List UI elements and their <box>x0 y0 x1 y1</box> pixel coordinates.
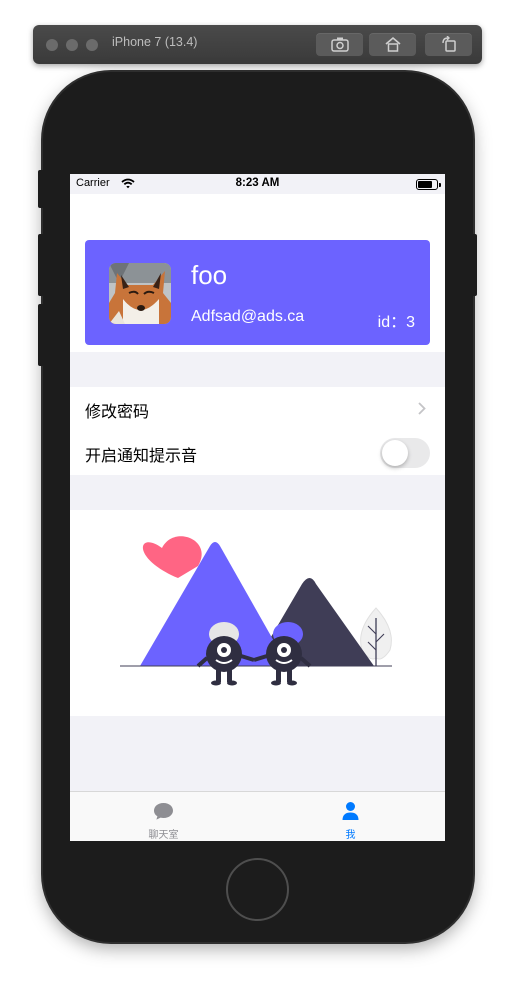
home-icon <box>385 36 401 52</box>
power-button <box>471 234 477 296</box>
tab-bar: 聊天室 我 <box>70 791 445 841</box>
tab-me[interactable]: 我 <box>257 792 444 841</box>
status-time: 8:23 AM <box>235 177 280 189</box>
battery-level <box>418 181 432 188</box>
chevron-right-icon <box>418 402 426 415</box>
tab-chatroom[interactable]: 聊天室 <box>70 792 257 841</box>
screenshot-button[interactable] <box>316 33 363 56</box>
chat-bubble-icon <box>154 803 173 820</box>
rotate-button[interactable] <box>425 33 472 56</box>
user-id: id：3 <box>377 314 415 331</box>
change-password-row[interactable]: 修改密码 <box>70 387 445 431</box>
username: foo <box>191 260 228 290</box>
person-icon <box>342 802 359 820</box>
mountains-characters-illustration <box>120 536 392 686</box>
user-email: Adfsad@ads.ca <box>191 308 305 325</box>
profile-card[interactable]: foo Adfsad@ads.ca id：3 <box>85 240 430 345</box>
mute-switch <box>38 170 44 208</box>
avatar[interactable] <box>109 263 171 324</box>
heart-shape <box>142 536 202 578</box>
notification-sound-label: 开启通知提示音 <box>85 446 198 465</box>
status-bar: Carrier 8:23 AM <box>70 174 445 194</box>
simulator-title: iPhone 7 (13.4) <box>112 35 198 49</box>
change-password-label: 修改密码 <box>85 402 150 421</box>
notification-sound-row: 开启通知提示音 <box>70 431 445 475</box>
tab-chatroom-label: 聊天室 <box>148 830 179 841</box>
simulator-toolbar: iPhone 7 (13.4) <box>33 25 482 64</box>
zoom-window-button[interactable] <box>86 39 98 51</box>
rotate-icon <box>442 36 456 52</box>
screenshot-icon <box>331 37 349 52</box>
tab-me-label: 我 <box>345 830 356 841</box>
profile-section: foo Adfsad@ads.ca id：3 <box>70 194 445 352</box>
notification-sound-toggle[interactable] <box>380 438 430 468</box>
close-window-button[interactable] <box>46 39 58 51</box>
settings-list: 修改密码 开启通知提示音 <box>70 387 445 475</box>
toggle-knob <box>382 440 408 466</box>
volume-up-button <box>38 234 44 296</box>
home-button[interactable] <box>369 33 416 56</box>
volume-down-button <box>38 304 44 366</box>
device-screen: Carrier 8:23 AM foo Adfsad@ads.ca id：3 修… <box>70 174 445 841</box>
illustration-section <box>70 510 445 716</box>
minimize-window-button[interactable] <box>66 39 78 51</box>
physical-home-button[interactable] <box>226 858 289 921</box>
battery-icon <box>416 179 441 190</box>
fox-avatar-image <box>109 263 171 324</box>
